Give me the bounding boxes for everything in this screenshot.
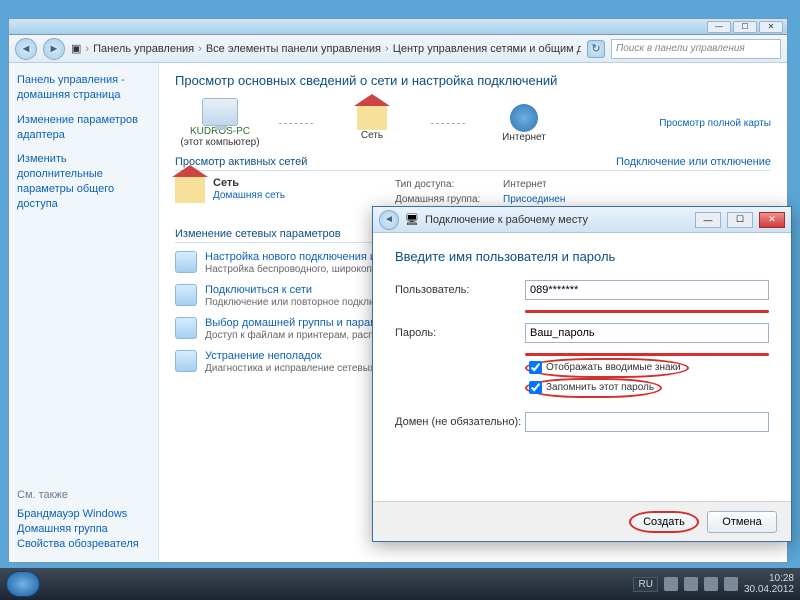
sidebar-advanced-sharing[interactable]: Изменить дополнительные параметры общего… xyxy=(17,152,150,211)
remember-password-checkbox[interactable] xyxy=(529,381,542,394)
sidebar-adapter-settings[interactable]: Изменение параметров адаптера xyxy=(17,113,150,143)
show-chars-checkbox[interactable] xyxy=(529,361,542,374)
annotation-underline xyxy=(525,353,769,356)
dialog-minimize-button[interactable]: — xyxy=(695,212,721,228)
task-troubleshoot[interactable]: Устранение неполадок xyxy=(205,350,322,362)
nav-forward-button[interactable]: ► xyxy=(43,38,65,60)
network-type-link[interactable]: Домашняя сеть xyxy=(213,190,285,201)
create-button[interactable]: Создать xyxy=(629,511,699,533)
connect-disconnect-link[interactable]: Подключение или отключение xyxy=(616,156,771,168)
dialog-heading: Введите имя пользователя и пароль xyxy=(395,249,769,264)
cancel-button[interactable]: Отмена xyxy=(707,511,777,533)
annotation-ellipse: Запомнить этот пароль xyxy=(525,378,662,398)
dialog-footer: Создать Отмена xyxy=(373,501,791,541)
sidebar: Панель управления - домашняя страница Из… xyxy=(9,63,159,562)
volume-tray-icon[interactable] xyxy=(724,577,738,591)
dialog-title: Подключение к рабочему месту xyxy=(425,214,588,226)
homegroup-icon xyxy=(175,317,197,339)
password-label: Пароль: xyxy=(395,327,525,339)
homegroup-label: Домашняя группа: xyxy=(395,192,495,207)
pc-sub: (этот компьютер) xyxy=(180,137,259,148)
maximize-button[interactable]: ☐ xyxy=(733,21,757,33)
internet-label: Интернет xyxy=(502,132,546,143)
annotation-ellipse: Отображать вводимые знаки xyxy=(525,358,689,378)
username-input[interactable] xyxy=(525,280,769,300)
dialog-titlebar: ◄ 🖥 Подключение к рабочему месту — ☐ ✕ xyxy=(373,207,791,233)
taskbar: RU 10:28 30.04.2012 xyxy=(0,568,800,600)
tray-icon[interactable] xyxy=(684,577,698,591)
username-label: Пользователь: xyxy=(395,284,525,296)
search-placeholder: Поиск в панели управления xyxy=(616,43,745,54)
troubleshoot-icon xyxy=(175,350,197,372)
change-settings-header: Изменение сетевых параметров xyxy=(175,228,341,240)
password-input[interactable] xyxy=(525,323,769,343)
network-name: Сеть xyxy=(213,177,285,189)
connect-network-icon xyxy=(175,284,197,306)
domain-input[interactable] xyxy=(525,412,769,432)
see-also-firewall[interactable]: Брандмауэр Windows xyxy=(17,508,127,520)
network-icon xyxy=(357,106,387,130)
see-also-internet-options[interactable]: Свойства обозревателя xyxy=(17,538,139,550)
internet-icon xyxy=(510,104,538,132)
breadcrumb-seg[interactable]: Все элементы панели управления xyxy=(206,43,381,55)
domain-label: Домен (не обязательно): xyxy=(395,416,525,428)
task-connect-network[interactable]: Подключиться к сети xyxy=(205,284,312,296)
minimize-button[interactable]: — xyxy=(707,21,731,33)
access-label: Тип доступа: xyxy=(395,177,495,192)
language-indicator[interactable]: RU xyxy=(633,577,657,592)
clock[interactable]: 10:28 30.04.2012 xyxy=(744,573,794,595)
dialog-app-icon: 🖥 xyxy=(405,213,419,226)
address-bar: ◄ ► ▣ › Панель управления › Все элементы… xyxy=(9,35,787,63)
new-connection-icon xyxy=(175,251,197,273)
network-tray-icon[interactable] xyxy=(704,577,718,591)
network-map: KUDROS-PC (этот компьютер) Сеть Интернет… xyxy=(175,98,771,148)
sidebar-home[interactable]: Панель управления - домашняя страница xyxy=(17,73,150,103)
task-desc: Диагностика и исправление сетевых пр xyxy=(205,362,389,375)
nav-back-button[interactable]: ◄ xyxy=(15,38,37,60)
see-also-header: См. также xyxy=(17,489,150,501)
see-also-homegroup[interactable]: Домашняя группа xyxy=(17,523,108,535)
clock-date: 30.04.2012 xyxy=(744,584,794,595)
clock-time: 10:28 xyxy=(744,573,794,584)
homegroup-value[interactable]: Присоединен xyxy=(503,192,565,207)
access-value: Интернет xyxy=(503,177,547,192)
page-heading: Просмотр основных сведений о сети и наст… xyxy=(175,73,771,88)
this-pc-icon xyxy=(202,98,238,126)
control-panel-icon: ▣ xyxy=(71,42,81,55)
tray-icon[interactable] xyxy=(664,577,678,591)
dialog-back-button[interactable]: ◄ xyxy=(379,210,399,230)
dialog-maximize-button[interactable]: ☐ xyxy=(727,212,753,228)
refresh-button[interactable]: ↻ xyxy=(587,40,605,58)
breadcrumb-seg[interactable]: Панель управления xyxy=(93,43,194,55)
home-network-icon xyxy=(175,177,205,203)
breadcrumb[interactable]: ▣ › Панель управления › Все элементы пан… xyxy=(71,42,581,55)
dialog-close-button[interactable]: ✕ xyxy=(759,212,785,228)
show-chars-label: Отображать вводимые знаки xyxy=(546,362,681,373)
connect-workplace-dialog: ◄ 🖥 Подключение к рабочему месту — ☐ ✕ В… xyxy=(372,206,792,542)
full-map-link[interactable]: Просмотр полной карты xyxy=(659,118,771,129)
breadcrumb-seg[interactable]: Центр управления сетями и общим доступом xyxy=(393,43,581,55)
system-tray: RU 10:28 30.04.2012 xyxy=(633,573,794,595)
network-label: Сеть xyxy=(361,130,383,141)
annotation-underline xyxy=(525,310,769,313)
search-input[interactable]: Поиск в панели управления xyxy=(611,39,781,59)
start-button[interactable] xyxy=(6,571,40,597)
close-window-button[interactable]: ✕ xyxy=(759,21,783,33)
window-titlebar: — ☐ ✕ xyxy=(9,19,787,35)
remember-password-label: Запомнить этот пароль xyxy=(546,382,654,393)
